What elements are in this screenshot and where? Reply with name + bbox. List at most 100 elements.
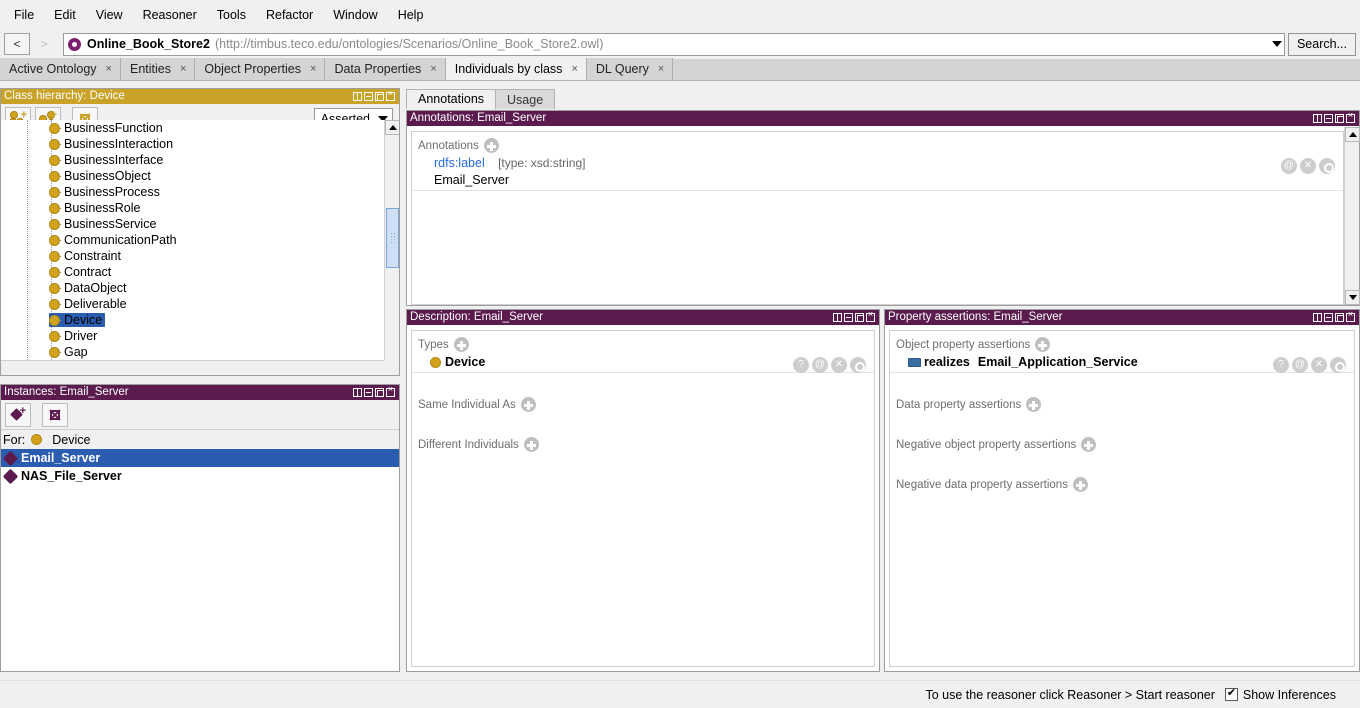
add-individual-button[interactable]: +	[5, 402, 31, 427]
edit-icon[interactable]	[850, 357, 866, 373]
scroll-down-icon[interactable]	[1345, 290, 1360, 305]
close-icon[interactable]	[386, 89, 395, 101]
delete-individual-button[interactable]	[42, 402, 68, 427]
search-button[interactable]: Search...	[1287, 32, 1356, 56]
tab-individuals-by-class[interactable]: Individuals by class ×	[445, 58, 587, 80]
close-icon[interactable]	[866, 310, 875, 322]
tab-usage[interactable]: Usage	[495, 89, 556, 109]
tab-entities[interactable]: Entities ×	[120, 58, 196, 80]
class-tree[interactable]: BusinessFunction BusinessInteraction Bus…	[1, 120, 399, 375]
scrollbar-thumb[interactable]	[386, 208, 399, 268]
tab-annotations[interactable]: Annotations	[406, 89, 497, 109]
delete-icon[interactable]: ✕	[831, 357, 847, 373]
split-icon[interactable]	[1313, 114, 1322, 123]
checkbox-icon[interactable]	[1224, 687, 1238, 701]
close-icon[interactable]: ×	[430, 63, 436, 75]
at-icon[interactable]: @	[1281, 158, 1297, 174]
menu-item-window[interactable]: Window	[323, 3, 387, 27]
add-data-property-assertion-button[interactable]	[1026, 397, 1042, 412]
minimize-icon[interactable]	[1324, 313, 1333, 322]
help-icon[interactable]: ?	[1273, 357, 1289, 373]
tree-node-businessfunction[interactable]: BusinessFunction	[1, 120, 384, 136]
close-icon[interactable]: ×	[180, 63, 186, 75]
close-icon[interactable]: ×	[310, 63, 316, 75]
close-icon[interactable]: ×	[106, 63, 112, 75]
tab-object-properties[interactable]: Object Properties ×	[195, 58, 326, 80]
instances-list[interactable]: Email_Server NAS_File_Server	[1, 449, 399, 485]
add-negative-object-property-assertion-button[interactable]	[1081, 437, 1097, 452]
menu-item-help[interactable]: Help	[388, 3, 434, 27]
chevron-down-icon[interactable]	[1271, 41, 1282, 47]
tree-node-businessrole[interactable]: BusinessRole	[1, 200, 384, 216]
tree-node-dataobject[interactable]: DataObject	[1, 280, 384, 296]
ontology-iri-field[interactable]: Online_Book_Store2 (http://timbus.teco.e…	[63, 32, 1285, 56]
annotation-datatype: [type: xsd:string]	[498, 156, 586, 170]
back-button[interactable]: <	[4, 33, 30, 55]
tree-node-constraint[interactable]: Constraint	[1, 248, 384, 264]
annotations-vertical-scrollbar[interactable]	[1344, 127, 1360, 305]
add-type-button[interactable]	[453, 337, 469, 352]
add-same-individual-button[interactable]	[520, 397, 536, 412]
tree-node-businessobject[interactable]: BusinessObject	[1, 168, 384, 184]
close-icon[interactable]: ×	[571, 63, 577, 75]
add-annotation-button[interactable]	[483, 138, 499, 153]
tab-dl-query[interactable]: DL Query ×	[586, 58, 674, 80]
close-icon[interactable]: ×	[658, 63, 664, 75]
tab-data-properties[interactable]: Data Properties ×	[325, 58, 446, 80]
split-icon[interactable]	[833, 313, 842, 322]
maximize-icon[interactable]	[1335, 114, 1344, 123]
split-icon[interactable]	[1313, 313, 1322, 322]
maximize-icon[interactable]	[375, 388, 384, 397]
minimize-icon[interactable]	[364, 388, 373, 397]
delete-icon[interactable]: ✕	[1311, 357, 1327, 373]
tree-node-device[interactable]: Device	[1, 312, 384, 328]
split-icon[interactable]	[353, 388, 362, 397]
tree-node-businessprocess[interactable]: BusinessProcess	[1, 184, 384, 200]
menu-item-edit[interactable]: Edit	[44, 3, 86, 27]
add-different-individual-button[interactable]	[523, 437, 539, 452]
tree-node-driver[interactable]: Driver	[1, 328, 384, 344]
annotation-row[interactable]: rdfs:label [type: xsd:string] Email_Serv…	[412, 154, 1343, 191]
edit-icon[interactable]	[1319, 158, 1335, 174]
edit-icon[interactable]	[1330, 357, 1346, 373]
add-object-property-assertion-button[interactable]	[1035, 337, 1051, 352]
minimize-icon[interactable]	[844, 313, 853, 322]
minimize-icon[interactable]	[1324, 114, 1333, 123]
menu-item-refactor[interactable]: Refactor	[256, 3, 323, 27]
tree-node-communicationpath[interactable]: CommunicationPath	[1, 232, 384, 248]
split-icon[interactable]	[353, 92, 362, 101]
add-negative-data-property-assertion-button[interactable]	[1072, 477, 1088, 492]
list-item-email-server[interactable]: Email_Server	[1, 449, 399, 467]
delete-icon[interactable]: ✕	[1300, 158, 1316, 174]
class-tree-horizontal-scrollbar[interactable]	[1, 360, 384, 375]
menu-item-reasoner[interactable]: Reasoner	[133, 3, 207, 27]
tree-node-businessservice[interactable]: BusinessService	[1, 216, 384, 232]
help-icon[interactable]: ?	[793, 357, 809, 373]
close-icon[interactable]	[1346, 310, 1355, 322]
tree-node-businessinteraction[interactable]: BusinessInteraction	[1, 136, 384, 152]
menu-item-file[interactable]: File	[4, 3, 44, 27]
close-icon[interactable]	[386, 385, 395, 397]
type-row-device[interactable]: Device ? @ ✕	[412, 353, 874, 373]
list-item-nas-file-server[interactable]: NAS_File_Server	[1, 467, 399, 485]
maximize-icon[interactable]	[855, 313, 864, 322]
maximize-icon[interactable]	[1335, 313, 1344, 322]
maximize-icon[interactable]	[375, 92, 384, 101]
menu-item-tools[interactable]: Tools	[207, 3, 256, 27]
class-tree-vertical-scrollbar[interactable]	[384, 120, 399, 375]
scroll-up-icon[interactable]	[1345, 127, 1360, 142]
minimize-icon[interactable]	[364, 92, 373, 101]
tree-node-businessinterface[interactable]: BusinessInterface	[1, 152, 384, 168]
tab-active-ontology[interactable]: Active Ontology ×	[0, 58, 121, 80]
at-icon[interactable]: @	[812, 357, 828, 373]
tree-node-gap[interactable]: Gap	[1, 344, 384, 360]
menu-item-view[interactable]: View	[86, 3, 133, 27]
tree-node-contract[interactable]: Contract	[1, 264, 384, 280]
close-icon[interactable]	[1346, 111, 1355, 123]
scroll-up-icon[interactable]	[385, 120, 399, 135]
show-inferences-toggle[interactable]: Show Inferences	[1224, 687, 1336, 702]
object-property-assertion-row[interactable]: realizes Email_Application_Service ? @ ✕	[890, 353, 1354, 373]
tree-node-deliverable[interactable]: Deliverable	[1, 296, 384, 312]
annotation-property[interactable]: rdfs:label	[434, 156, 485, 170]
at-icon[interactable]: @	[1292, 357, 1308, 373]
